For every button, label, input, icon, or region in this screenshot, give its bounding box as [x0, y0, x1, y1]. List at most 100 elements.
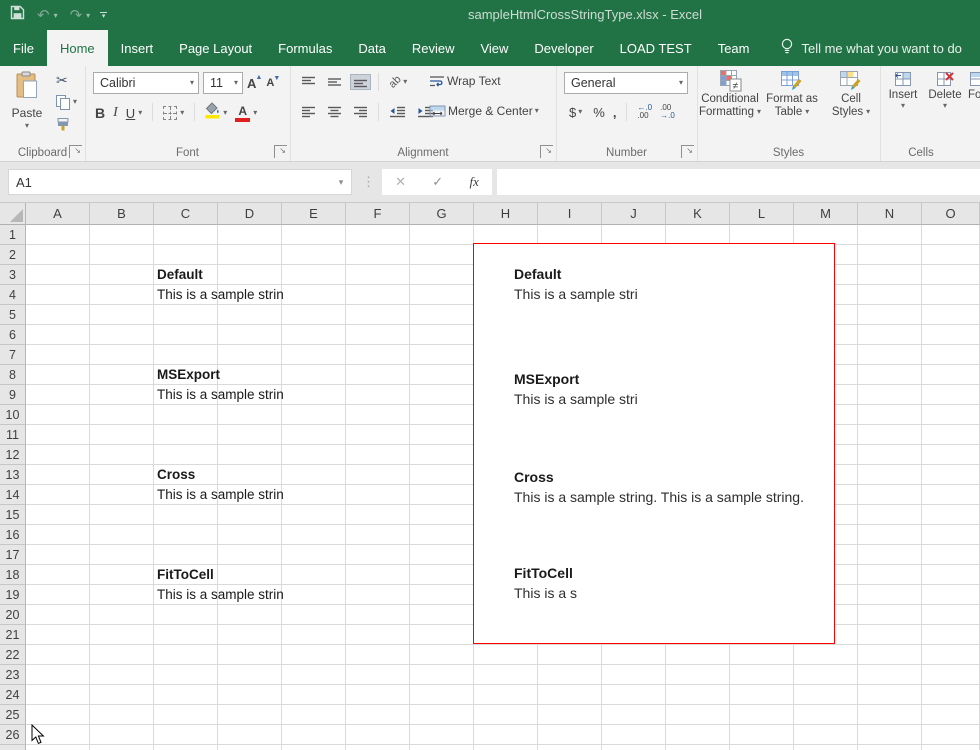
- grid-cell-O3[interactable]: [922, 265, 980, 285]
- row-header-22[interactable]: 22: [0, 645, 26, 665]
- grid-cell-G4[interactable]: [410, 285, 474, 305]
- column-header-O[interactable]: O: [922, 203, 980, 225]
- grid-cell-F23[interactable]: [346, 665, 410, 685]
- grid-cell-C7[interactable]: [154, 345, 218, 365]
- grid-cell-G25[interactable]: [410, 705, 474, 725]
- grid-cell-E2[interactable]: [282, 245, 346, 265]
- grid-cell-F9[interactable]: [346, 385, 410, 405]
- row-header-5[interactable]: 5: [0, 305, 26, 325]
- column-header-F[interactable]: F: [346, 203, 410, 225]
- grid-cell-A2[interactable]: [26, 245, 90, 265]
- grid-cell-O5[interactable]: [922, 305, 980, 325]
- row-header-13[interactable]: 13: [0, 465, 26, 485]
- grid-cell-E26[interactable]: [282, 725, 346, 745]
- grid-cell-E19[interactable]: [282, 585, 346, 605]
- grid-cell-J22[interactable]: [602, 645, 666, 665]
- grid-cell-A16[interactable]: [26, 525, 90, 545]
- grid-cell-A1[interactable]: [26, 225, 90, 245]
- grid-cell-F10[interactable]: [346, 405, 410, 425]
- grid-cell-E11[interactable]: [282, 425, 346, 445]
- grid-cell-D17[interactable]: [218, 545, 282, 565]
- grid-cell-N17[interactable]: [858, 545, 922, 565]
- row-header-27[interactable]: [0, 745, 26, 750]
- align-bottom-button[interactable]: [350, 74, 371, 90]
- grid-cell-F27[interactable]: [346, 745, 410, 750]
- grid-cell-D10[interactable]: [218, 405, 282, 425]
- grid-cell-C21[interactable]: [154, 625, 218, 645]
- grid-cell-F21[interactable]: [346, 625, 410, 645]
- grid-cell-A10[interactable]: [26, 405, 90, 425]
- row-header-4[interactable]: 4: [0, 285, 26, 305]
- grid-cell-E5[interactable]: [282, 305, 346, 325]
- tab-home[interactable]: Home: [47, 30, 108, 66]
- grid-cell-O15[interactable]: [922, 505, 980, 525]
- grid-cell-D11[interactable]: [218, 425, 282, 445]
- grid-cell-N7[interactable]: [858, 345, 922, 365]
- font-color-button[interactable]: A ▾: [235, 105, 257, 122]
- tab-load-test[interactable]: LOAD TEST: [607, 30, 705, 66]
- grid-cell-L23[interactable]: [730, 665, 794, 685]
- grid-cell-E3[interactable]: [282, 265, 346, 285]
- grid-cell-N25[interactable]: [858, 705, 922, 725]
- tab-formulas[interactable]: Formulas: [265, 30, 345, 66]
- orientation-button[interactable]: ab ▾: [386, 74, 410, 90]
- grid-cell-F22[interactable]: [346, 645, 410, 665]
- grid-cell-O22[interactable]: [922, 645, 980, 665]
- grid-cell-G26[interactable]: [410, 725, 474, 745]
- grid-cell-C16[interactable]: [154, 525, 218, 545]
- grid-cell-N11[interactable]: [858, 425, 922, 445]
- grid-cell-E21[interactable]: [282, 625, 346, 645]
- grid-cell-G7[interactable]: [410, 345, 474, 365]
- grid-cell-A9[interactable]: [26, 385, 90, 405]
- conditional-formatting-button[interactable]: ≠ Conditional Formatting▾: [699, 70, 761, 118]
- grid-cell-A25[interactable]: [26, 705, 90, 725]
- grid-cell-G15[interactable]: [410, 505, 474, 525]
- grid-cell-G24[interactable]: [410, 685, 474, 705]
- grid-cell-D22[interactable]: [218, 645, 282, 665]
- tab-data[interactable]: Data: [345, 30, 398, 66]
- grid-cell-L27[interactable]: [730, 745, 794, 750]
- grid-cell-O18[interactable]: [922, 565, 980, 585]
- row-header-3[interactable]: 3: [0, 265, 26, 285]
- row-header-9[interactable]: 9: [0, 385, 26, 405]
- grid-cell-K22[interactable]: [666, 645, 730, 665]
- tab-insert[interactable]: Insert: [108, 30, 167, 66]
- grid-cell-G20[interactable]: [410, 605, 474, 625]
- grid-cell-F13[interactable]: [346, 465, 410, 485]
- grid-cell-B24[interactable]: [90, 685, 154, 705]
- grid-cell-N3[interactable]: [858, 265, 922, 285]
- grid-cell-B14[interactable]: [90, 485, 154, 505]
- grid-cell-F16[interactable]: [346, 525, 410, 545]
- wrap-text-button[interactable]: Wrap Text: [426, 72, 504, 90]
- row-header-8[interactable]: 8: [0, 365, 26, 385]
- format-as-table-button[interactable]: Format as Table▾: [763, 70, 821, 118]
- grid-cell-O8[interactable]: [922, 365, 980, 385]
- delete-cells-button[interactable]: Delete ▾: [926, 70, 964, 110]
- grid-cell-N10[interactable]: [858, 405, 922, 425]
- row-header-12[interactable]: 12: [0, 445, 26, 465]
- grid-cell-O11[interactable]: [922, 425, 980, 445]
- grid-cell-N22[interactable]: [858, 645, 922, 665]
- grid-cell-C23[interactable]: [154, 665, 218, 685]
- grid-cell-A3[interactable]: [26, 265, 90, 285]
- grid-cell-B3[interactable]: [90, 265, 154, 285]
- grid-cell-O17[interactable]: [922, 545, 980, 565]
- grid-cell-A22[interactable]: [26, 645, 90, 665]
- grid-cell-B6[interactable]: [90, 325, 154, 345]
- grid-cell-C2[interactable]: [154, 245, 218, 265]
- grid-cell-B8[interactable]: [90, 365, 154, 385]
- grid-cell-F8[interactable]: [346, 365, 410, 385]
- grid-cell-F20[interactable]: [346, 605, 410, 625]
- grid-cell-C22[interactable]: [154, 645, 218, 665]
- grid-cell-M25[interactable]: [794, 705, 858, 725]
- grid-cell-I1[interactable]: [538, 225, 602, 245]
- undo-caret-icon[interactable]: ▾: [54, 11, 58, 20]
- grid-cell-O23[interactable]: [922, 665, 980, 685]
- grid-cell-N26[interactable]: [858, 725, 922, 745]
- grid-cell-F2[interactable]: [346, 245, 410, 265]
- grid-cell-A23[interactable]: [26, 665, 90, 685]
- grid-cell-B22[interactable]: [90, 645, 154, 665]
- grid-cell-F6[interactable]: [346, 325, 410, 345]
- grow-font-button[interactable]: A▲: [247, 76, 262, 91]
- grid-cell-N12[interactable]: [858, 445, 922, 465]
